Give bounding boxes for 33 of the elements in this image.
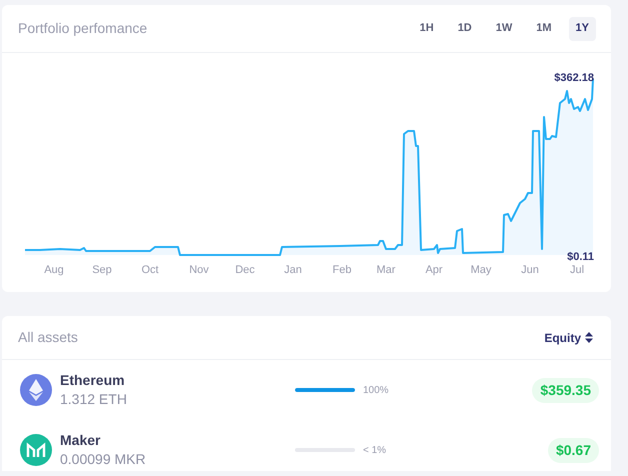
equity-value: $359.35 [532, 378, 599, 402]
share-percent: 100% [363, 384, 389, 398]
coin-icon [20, 434, 52, 466]
range-tab[interactable]: 1Y [568, 16, 596, 40]
sort-button[interactable]: Equity [544, 328, 593, 346]
range-tab[interactable]: 1D [450, 16, 479, 40]
card-title: Portfolio perfomance [18, 19, 148, 38]
range-tab[interactable]: 1H [412, 16, 441, 40]
min-value-label: $0.11 [567, 251, 594, 263]
asset-name: Maker [60, 431, 102, 449]
asset-amount: 1.312 ETH [60, 390, 128, 409]
range-tab[interactable]: 1W [488, 16, 520, 40]
month-label: Oct [141, 264, 159, 276]
asset-name: Ethereum [60, 371, 126, 389]
month-label: Nov [189, 264, 209, 276]
asset-amount: 0.00099 MKR [60, 450, 147, 469]
month-label: Jan [284, 264, 302, 276]
month-label: Feb [332, 264, 352, 276]
card-title: All assets [18, 328, 78, 347]
month-label: Jun [521, 264, 539, 276]
month-label: Jul [570, 264, 584, 276]
equity-value: $0.67 [548, 438, 599, 462]
month-label: May [470, 264, 492, 276]
diamond-coin-icon [20, 374, 52, 406]
month-label: Dec [235, 264, 255, 276]
range-tab[interactable]: 1M [529, 16, 559, 40]
month-label: Apr [425, 264, 443, 276]
sort-icon [585, 332, 593, 343]
share-percent: < 1% [363, 444, 386, 458]
month-label: Mar [376, 264, 396, 276]
month-label: Sep [92, 264, 112, 276]
max-value-label: $362.18 [554, 72, 594, 84]
month-label: Aug [44, 264, 64, 276]
